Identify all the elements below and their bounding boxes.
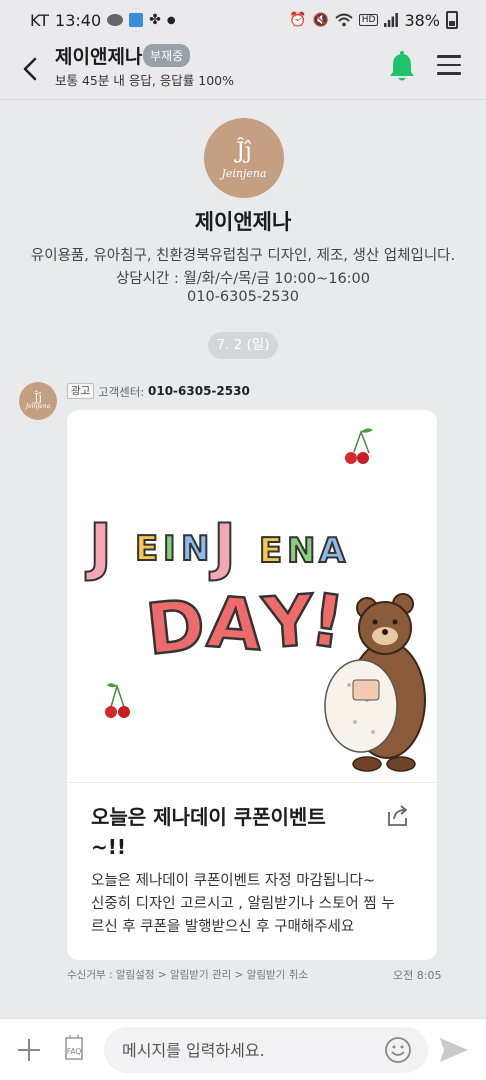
avatar-logo-mark: Ĵĵ	[34, 391, 42, 404]
svg-text:N: N	[181, 529, 209, 569]
emoji-button[interactable]	[384, 1036, 412, 1064]
svg-text:D: D	[143, 583, 209, 671]
svg-text:E: E	[135, 529, 158, 569]
battery-percent: 38%	[404, 10, 440, 30]
status-bar: KT 13:40 ✤ ● ⏰ 🔇 HD 38%	[0, 0, 486, 40]
menu-line	[437, 72, 461, 75]
app-notification-icon	[129, 13, 144, 27]
faq-label: FAQ	[67, 1047, 82, 1056]
chat-title: 제이앤제나	[55, 46, 143, 68]
cherry-icon	[105, 683, 130, 718]
menu-button[interactable]	[437, 55, 461, 79]
share-button[interactable]	[385, 802, 411, 828]
logo-wordmark: Jeinjena	[221, 166, 267, 180]
svg-text:J: J	[85, 510, 112, 583]
card-divider	[67, 782, 437, 783]
event-banner-image[interactable]: J E I N J E N A D A Y !	[67, 410, 437, 782]
message-body-line: 르신 후 쿠폰을 발행받으신 후 구매해주세요	[91, 919, 355, 935]
status-badge: 부재중	[143, 44, 191, 67]
battery-icon	[446, 11, 458, 29]
consultation-hours: 상담시간 : 월/화/수/목/금 10:00~16:00	[115, 271, 371, 287]
banner-title-jeinjena: J E I N J E N A	[84, 509, 347, 584]
message-input-bar: FAQ	[0, 1018, 486, 1080]
carrier-label: KT	[30, 10, 50, 30]
banner-title-day: D A Y !	[141, 576, 350, 672]
signal-icon	[384, 13, 399, 27]
svg-text:A: A	[205, 581, 265, 667]
response-rate-text: 보통 45분 내 응답, 응답률 100%	[55, 73, 234, 88]
svg-text:N: N	[287, 531, 315, 571]
profile-name: 제이앤제나	[194, 210, 292, 234]
message-title-line: 오늘은 제나데이 쿠폰이벤트	[91, 805, 326, 829]
message-card[interactable]: J E I N J E N A D A Y ! 오늘은 제나데이 쿠폰이벤트 ~…	[67, 410, 437, 960]
sender-avatar[interactable]: Ĵĵ Jeinjena	[19, 382, 57, 420]
message-title: 오늘은 제나데이 쿠폰이벤트 ~!!	[91, 802, 391, 862]
wifi-icon	[335, 13, 353, 27]
svg-text:E: E	[259, 531, 282, 571]
avatar-wordmark: Jeinjena	[25, 403, 51, 410]
profile-description: 유이용품, 유아침구, 친환경북유럽침구 디자인, 제조, 생산 업체입니다.	[30, 248, 456, 264]
send-button[interactable]	[438, 1036, 470, 1064]
pinwheel-icon: ✤	[149, 12, 161, 28]
message-time: 오전 8:05	[393, 969, 442, 982]
message-input[interactable]	[104, 1027, 428, 1073]
logo-mark: Ĵĵ	[236, 138, 252, 164]
svg-text:J: J	[209, 510, 236, 583]
menu-line	[437, 55, 461, 58]
svg-text:A: A	[319, 531, 346, 571]
menu-line	[437, 63, 461, 66]
back-button[interactable]	[18, 54, 44, 84]
more-notifications-dot: ●	[166, 14, 176, 26]
clock: 13:40	[55, 10, 102, 30]
unsubscribe-link[interactable]: 수신거부 : 알림설정 > 알림받기 관리 > 알림받기 취소	[67, 967, 308, 982]
message-body-line: 신중히 디자인 고르시고 , 알림받기나 스토어 찜 누	[91, 896, 395, 912]
ad-label: 광고	[67, 383, 95, 399]
profile-phone: 010-6305-2530	[187, 289, 299, 305]
date-divider: 7. 2 (일)	[208, 332, 278, 359]
mute-icon: 🔇	[312, 12, 329, 28]
alarm-icon: ⏰	[289, 12, 307, 28]
message-title-line: ~!!	[91, 835, 126, 859]
notification-bell-button[interactable]	[386, 50, 418, 84]
profile-logo[interactable]: Ĵĵ Jeinjena	[204, 118, 284, 198]
svg-text:!: !	[305, 577, 349, 665]
chat-header: 제이앤제나 부재중 보통 45분 내 응답, 응답률 100%	[0, 40, 486, 100]
cherry-icon	[345, 428, 373, 464]
chat-notification-icon	[107, 14, 124, 26]
customer-center-label: 고객센터:	[98, 385, 145, 399]
message-body-line: 오늘은 제나데이 쿠폰이벤트 자정 마감됩니다~	[91, 873, 376, 889]
attach-plus-button[interactable]	[18, 1039, 40, 1061]
faq-button[interactable]: FAQ	[60, 1035, 88, 1065]
message-body: 오늘은 제나데이 쿠폰이벤트 자정 마감됩니다~ 신중히 디자인 고르시고 , …	[91, 870, 421, 939]
svg-text:I: I	[163, 529, 176, 569]
hd-volte-icon: HD	[358, 14, 379, 26]
customer-center-phone[interactable]: 010-6305-2530	[148, 384, 250, 398]
banner-illustration: J E I N J E N A D A Y !	[84, 428, 426, 772]
